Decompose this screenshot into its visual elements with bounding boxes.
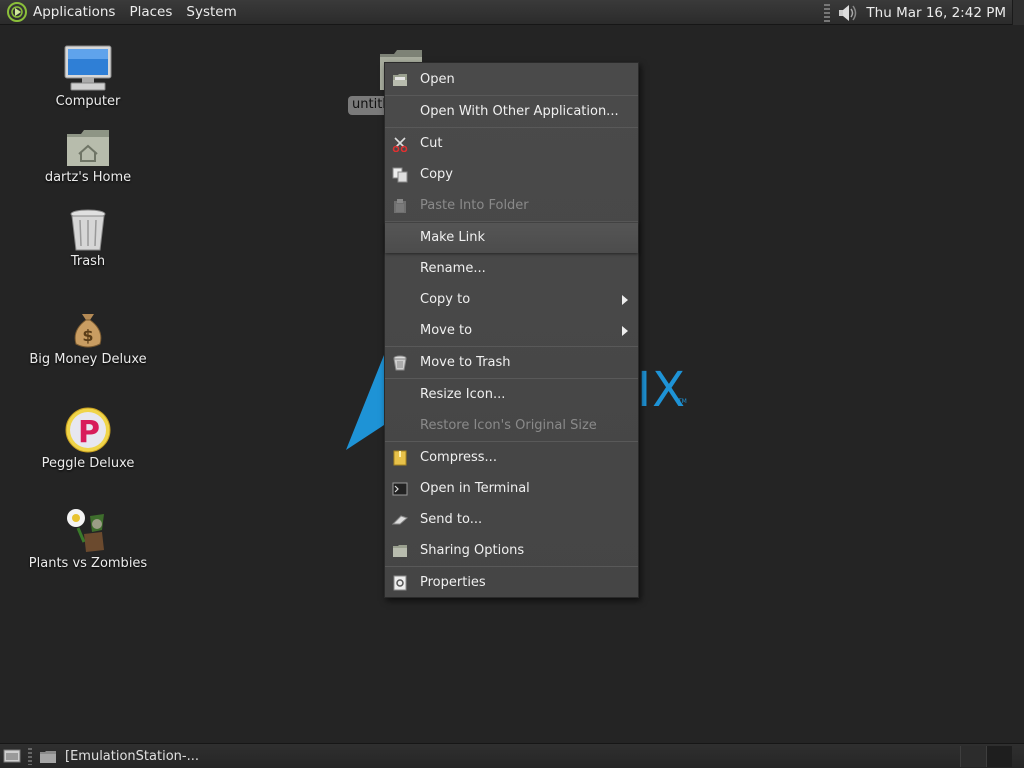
menu-item-make-link[interactable]: Make Link bbox=[385, 223, 638, 253]
menu-separator bbox=[385, 127, 638, 128]
menu-separator bbox=[385, 95, 638, 96]
terminal-icon bbox=[392, 482, 408, 496]
taskbar-button-emulationstation[interactable]: [EmulationStation-... bbox=[36, 746, 199, 767]
menu-separator bbox=[385, 441, 638, 442]
desktop-icon-label: Computer bbox=[55, 94, 121, 109]
menu-item-send-to[interactable]: Send to... bbox=[385, 505, 638, 535]
menu-separator bbox=[385, 346, 638, 347]
panel-end bbox=[1012, 0, 1024, 25]
peggle-icon: P bbox=[65, 407, 111, 453]
workspace-1[interactable] bbox=[960, 746, 986, 767]
desktop-icon-big-money[interactable]: $ Big Money Deluxe bbox=[18, 310, 158, 367]
menu-separator bbox=[385, 378, 638, 379]
plants-vs-zombies-icon bbox=[67, 509, 104, 552]
money-bag-icon: $ bbox=[74, 314, 102, 348]
menu-system[interactable]: System bbox=[186, 4, 236, 21]
context-menu: Open Open With Other Application... Cut … bbox=[384, 62, 639, 598]
shared-folder-icon bbox=[393, 545, 407, 557]
menu-item-open-in-terminal[interactable]: Open in Terminal bbox=[385, 474, 638, 504]
menu-item-properties[interactable]: Properties bbox=[385, 568, 638, 598]
bottom-panel: [EmulationStation-... bbox=[0, 743, 1024, 768]
computer-icon bbox=[64, 45, 112, 91]
submenu-arrow-icon bbox=[622, 295, 628, 305]
home-folder-icon bbox=[67, 130, 109, 166]
open-folder-icon bbox=[393, 74, 407, 86]
desktop-icon-label: Big Money Deluxe bbox=[29, 352, 147, 367]
submenu-arrow-icon bbox=[622, 326, 628, 336]
menu-item-resize-icon[interactable]: Resize Icon... bbox=[385, 380, 638, 410]
desktop-icon-computer[interactable]: Computer bbox=[18, 44, 158, 109]
desktop-icon-label: Plants vs Zombies bbox=[28, 556, 148, 571]
svg-text:P: P bbox=[78, 415, 100, 450]
trash-icon bbox=[70, 209, 106, 251]
menu-item-compress[interactable]: Compress... bbox=[385, 443, 638, 473]
folder-label[interactable]: untitl bbox=[348, 96, 388, 115]
folder-icon bbox=[40, 750, 56, 763]
wallpaper-text: IX bbox=[637, 362, 687, 418]
clock[interactable]: Thu Mar 16, 2:42 PM bbox=[866, 5, 1006, 21]
menu-item-rename[interactable]: Rename... bbox=[385, 254, 638, 284]
menu-item-move-to-trash[interactable]: Move to Trash bbox=[385, 348, 638, 378]
copy-icon bbox=[392, 167, 408, 183]
wallpaper-trademark: TM bbox=[678, 398, 687, 405]
top-panel: Applications Places System Thu Mar 16, 2… bbox=[0, 0, 1024, 25]
show-desktop-icon[interactable] bbox=[3, 748, 21, 764]
menu-separator bbox=[385, 221, 638, 222]
menu-item-open-with[interactable]: Open With Other Application... bbox=[385, 97, 638, 127]
menu-places[interactable]: Places bbox=[129, 4, 172, 21]
panel-grip[interactable] bbox=[824, 3, 831, 22]
properties-icon bbox=[393, 575, 407, 591]
menu-item-cut[interactable]: Cut bbox=[385, 129, 638, 159]
send-icon bbox=[392, 515, 408, 525]
svg-text:$: $ bbox=[82, 326, 93, 345]
desktop-icon-label: Peggle Deluxe bbox=[41, 456, 135, 471]
menu-applications[interactable]: Applications bbox=[33, 4, 115, 21]
menu-item-move-to[interactable]: Move to bbox=[385, 316, 638, 346]
desktop-icon-label: Trash bbox=[70, 254, 106, 269]
menu-item-sharing-options[interactable]: Sharing Options bbox=[385, 536, 638, 566]
menu-item-paste-into-folder: Paste Into Folder bbox=[385, 191, 638, 221]
desktop-icon-home[interactable]: dartz's Home bbox=[18, 128, 158, 185]
menu-item-copy[interactable]: Copy bbox=[385, 160, 638, 190]
desktop-icon-peggle[interactable]: P Peggle Deluxe bbox=[18, 406, 158, 471]
workspace-2[interactable] bbox=[986, 746, 1012, 767]
desktop-icon-trash[interactable]: Trash bbox=[18, 208, 158, 269]
menu-item-open[interactable]: Open bbox=[385, 65, 638, 95]
menu-item-restore-icon-size: Restore Icon's Original Size bbox=[420, 418, 597, 433]
desktop-icon-label: dartz's Home bbox=[44, 170, 132, 185]
trash-icon bbox=[393, 355, 407, 371]
menu-item-copy-to[interactable]: Copy to bbox=[385, 285, 638, 315]
panel-grip[interactable] bbox=[28, 748, 32, 765]
volume-icon[interactable] bbox=[836, 3, 858, 23]
wallpaper-logo-icon bbox=[346, 355, 384, 450]
desktop-icon-pvz[interactable]: Plants vs Zombies bbox=[18, 506, 158, 571]
workspace-switcher bbox=[960, 746, 1012, 767]
clipboard-icon bbox=[394, 199, 406, 213]
menu-separator bbox=[385, 566, 638, 567]
distro-logo-icon[interactable] bbox=[6, 1, 28, 23]
panel-tray: Thu Mar 16, 2:42 PM bbox=[824, 0, 1024, 25]
scissors-icon bbox=[392, 137, 408, 152]
archive-icon bbox=[393, 450, 407, 466]
